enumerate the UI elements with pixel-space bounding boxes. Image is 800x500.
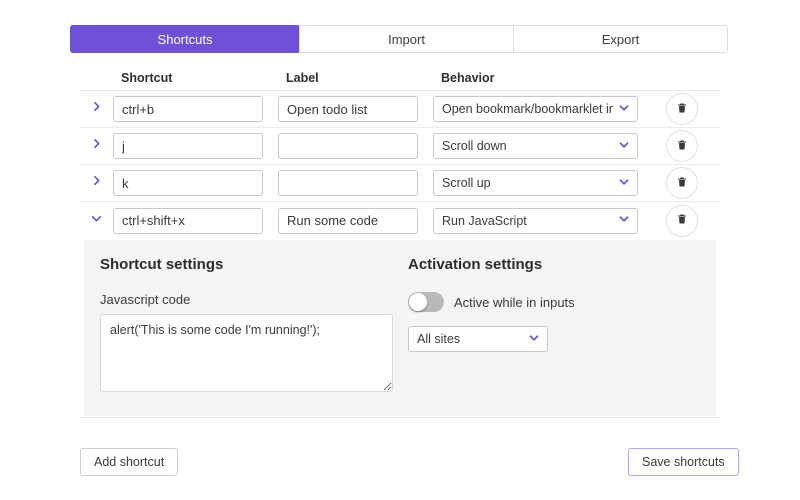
- tab-import[interactable]: Import: [299, 26, 513, 52]
- shortkeys-options-page: Shortcuts Import Export Shortcut Label B…: [0, 0, 800, 500]
- chevron-down-icon: [613, 138, 631, 155]
- shortcut-settings-panel: Shortcut settings Javascript code alert(…: [84, 240, 716, 416]
- behavior-select-value: Scroll up: [442, 176, 491, 190]
- column-header-label: Label: [278, 71, 418, 85]
- shortcut-input[interactable]: [113, 208, 263, 234]
- tab-shortcuts[interactable]: Shortcuts: [70, 25, 300, 53]
- expand-row-button[interactable]: [80, 165, 113, 201]
- table-row: Scroll up: [80, 165, 720, 202]
- label-input[interactable]: [278, 133, 418, 159]
- shortcut-input[interactable]: [113, 133, 263, 159]
- chevron-down-icon: [523, 331, 541, 348]
- trash-icon: [676, 102, 688, 117]
- behavior-select[interactable]: Open bookmark/bookmarklet in cu: [433, 96, 638, 122]
- delete-shortcut-button[interactable]: [666, 205, 698, 237]
- expand-row-button[interactable]: [80, 91, 113, 127]
- chevron-down-icon: [90, 212, 103, 230]
- tab-export[interactable]: Export: [513, 26, 727, 52]
- toggle-knob: [409, 293, 427, 311]
- behavior-select[interactable]: Run JavaScript: [433, 208, 638, 234]
- chevron-down-icon: [613, 212, 631, 229]
- bottom-divider: [80, 417, 720, 418]
- delete-shortcut-button[interactable]: [666, 167, 698, 199]
- behavior-select-value: Open bookmark/bookmarklet in cu: [442, 102, 613, 116]
- label-input[interactable]: [278, 208, 418, 234]
- behavior-select[interactable]: Scroll down: [433, 133, 638, 159]
- behavior-select-value: Run JavaScript: [442, 214, 527, 228]
- table-row: Scroll down: [80, 128, 720, 165]
- chevron-down-icon: [613, 101, 631, 118]
- chevron-down-icon: [613, 175, 631, 192]
- chevron-right-icon: [90, 174, 103, 192]
- active-while-in-inputs-toggle[interactable]: [408, 292, 444, 312]
- behavior-select-value: Scroll down: [442, 139, 507, 153]
- sites-select[interactable]: All sites: [408, 326, 548, 352]
- delete-shortcut-button[interactable]: [666, 93, 698, 125]
- column-header-behavior: Behavior: [433, 71, 638, 85]
- chevron-right-icon: [90, 100, 103, 118]
- activation-settings-title: Activation settings: [408, 256, 700, 273]
- add-shortcut-button[interactable]: Add shortcut: [80, 448, 178, 476]
- table-row: Open bookmark/bookmarklet in cu: [80, 91, 720, 128]
- table-header: Shortcut Label Behavior: [80, 66, 720, 91]
- collapse-row-button[interactable]: [80, 202, 113, 239]
- shortcut-input[interactable]: [113, 170, 263, 196]
- table-row: Run JavaScript: [80, 202, 720, 239]
- shortcut-input[interactable]: [113, 96, 263, 122]
- shortcuts-table: Shortcut Label Behavior Open bookmark/bo…: [80, 66, 720, 239]
- javascript-code-label: Javascript code: [100, 292, 408, 307]
- tab-bar: Shortcuts Import Export: [70, 25, 728, 53]
- label-input[interactable]: [278, 170, 418, 196]
- expand-row-button[interactable]: [80, 128, 113, 164]
- save-shortcuts-button[interactable]: Save shortcuts: [628, 448, 739, 476]
- chevron-right-icon: [90, 137, 103, 155]
- trash-icon: [676, 213, 688, 228]
- shortcut-settings-column: Shortcut settings Javascript code alert(…: [100, 256, 408, 400]
- delete-shortcut-button[interactable]: [666, 130, 698, 162]
- sites-select-value: All sites: [417, 332, 460, 346]
- behavior-select[interactable]: Scroll up: [433, 170, 638, 196]
- activation-settings-column: Activation settings Active while in inpu…: [408, 256, 700, 400]
- trash-icon: [676, 176, 688, 191]
- column-header-shortcut: Shortcut: [113, 71, 263, 85]
- trash-icon: [676, 139, 688, 154]
- label-input[interactable]: [278, 96, 418, 122]
- active-while-in-inputs-label: Active while in inputs: [454, 295, 575, 310]
- javascript-code-textarea[interactable]: alert('This is some code I'm running!');: [100, 314, 393, 392]
- shortcut-settings-title: Shortcut settings: [100, 256, 408, 273]
